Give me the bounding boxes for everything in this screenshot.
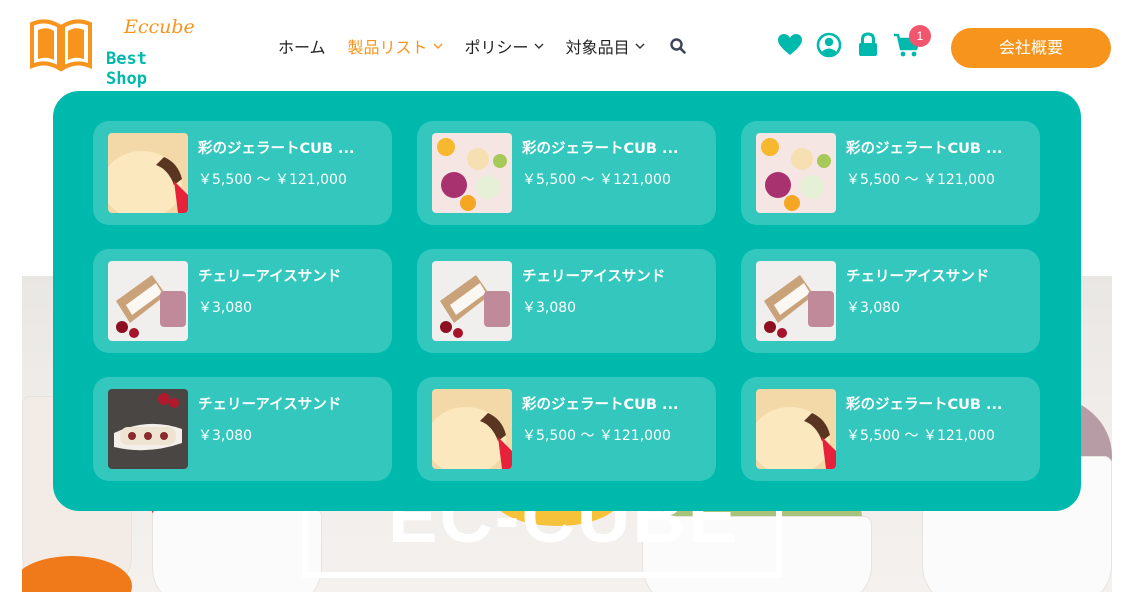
product-card[interactable]: チェリーアイスサンド ￥3,080 [417,249,716,353]
logo-text: Eccube Best Shop [102,16,198,89]
product-title: チェリーアイスサンド [522,269,666,285]
company-overview-button[interactable]: 会社概要 [951,28,1111,68]
product-card[interactable]: 彩のジェラートCUB ... ￥5,500 〜 ￥121,000 [741,121,1040,225]
product-card[interactable]: チェリーアイスサンド ￥3,080 [741,249,1040,353]
chevron-down-icon [534,43,544,49]
product-image [432,133,512,213]
product-price: ￥5,500 〜 ￥121,000 [522,428,671,444]
product-image [756,389,836,469]
product-card[interactable]: チェリーアイスサンド ￥3,080 [93,249,392,353]
product-price: ￥3,080 [198,300,253,316]
site-logo[interactable]: Eccube Best Shop [28,16,198,89]
site-header: Eccube Best Shop ホーム 製品リスト ポリシー 対象品目 1 会… [0,0,1133,92]
product-title: チェリーアイスサンド [198,397,342,413]
product-price: ￥5,500 〜 ￥121,000 [846,428,995,444]
product-title: 彩のジェラートCUB ... [522,397,679,413]
book-logo-icon [30,19,92,72]
product-image [108,133,188,213]
nav-target-items-label: 対象品目 [565,38,630,57]
product-price: ￥3,080 [198,428,253,444]
product-image [108,389,188,469]
product-card[interactable]: 彩のジェラートCUB ... ￥5,500 〜 ￥121,000 [741,377,1040,481]
chevron-down-icon [635,43,645,49]
product-price: ￥3,080 [846,300,901,316]
product-title: 彩のジェラートCUB ... [522,141,679,157]
product-title: 彩のジェラートCUB ... [846,141,1003,157]
cart-button[interactable]: 1 [893,25,931,59]
product-image [756,133,836,213]
product-image [432,389,512,469]
products-mega-menu: 彩のジェラートCUB ... ￥5,500 〜 ￥121,000 彩のジェラート… [53,91,1081,511]
lock-icon[interactable] [854,31,882,59]
product-price: ￥5,500 〜 ￥121,000 [522,172,671,188]
cart-count-badge: 1 [909,25,931,47]
nav-home-label: ホーム [278,38,326,57]
product-card[interactable]: 彩のジェラートCUB ... ￥5,500 〜 ￥121,000 [93,121,392,225]
chevron-down-icon [433,43,443,49]
nav-products[interactable]: 製品リスト [348,33,443,59]
product-image [108,261,188,341]
search-icon[interactable] [669,37,687,55]
nav-home[interactable]: ホーム [278,33,326,59]
product-card[interactable]: 彩のジェラートCUB ... ￥5,500 〜 ￥121,000 [417,121,716,225]
user-icon[interactable] [815,31,843,59]
nav-products-label: 製品リスト [347,38,428,57]
product-card[interactable]: 彩のジェラートCUB ... ￥5,500 〜 ￥121,000 [417,377,716,481]
product-price: ￥3,080 [522,300,577,316]
product-title: 彩のジェラートCUB ... [198,141,355,157]
product-price: ￥5,500 〜 ￥121,000 [846,172,995,188]
nav-target-items[interactable]: 対象品目 [566,33,645,59]
logo-script: Eccube [124,16,195,38]
product-title: チェリーアイスサンド [198,269,342,285]
heart-icon[interactable] [776,31,804,59]
logo-name: Best Shop [106,49,147,89]
product-title: チェリーアイスサンド [846,269,990,285]
product-card[interactable]: チェリーアイスサンド ￥3,080 [93,377,392,481]
nav-policy[interactable]: ポリシー [465,33,544,59]
hero-cup [152,508,322,592]
product-image [432,261,512,341]
header-icons: 1 [776,25,932,59]
page: EC-CUBE Eccube Best Shop ホーム 製品リスト ポリシー … [0,0,1133,592]
main-nav: ホーム 製品リスト ポリシー 対象品目 [278,33,687,59]
nav-policy-label: ポリシー [464,38,529,57]
product-image [756,261,836,341]
product-price: ￥5,500 〜 ￥121,000 [198,172,347,188]
product-title: 彩のジェラートCUB ... [846,397,1003,413]
